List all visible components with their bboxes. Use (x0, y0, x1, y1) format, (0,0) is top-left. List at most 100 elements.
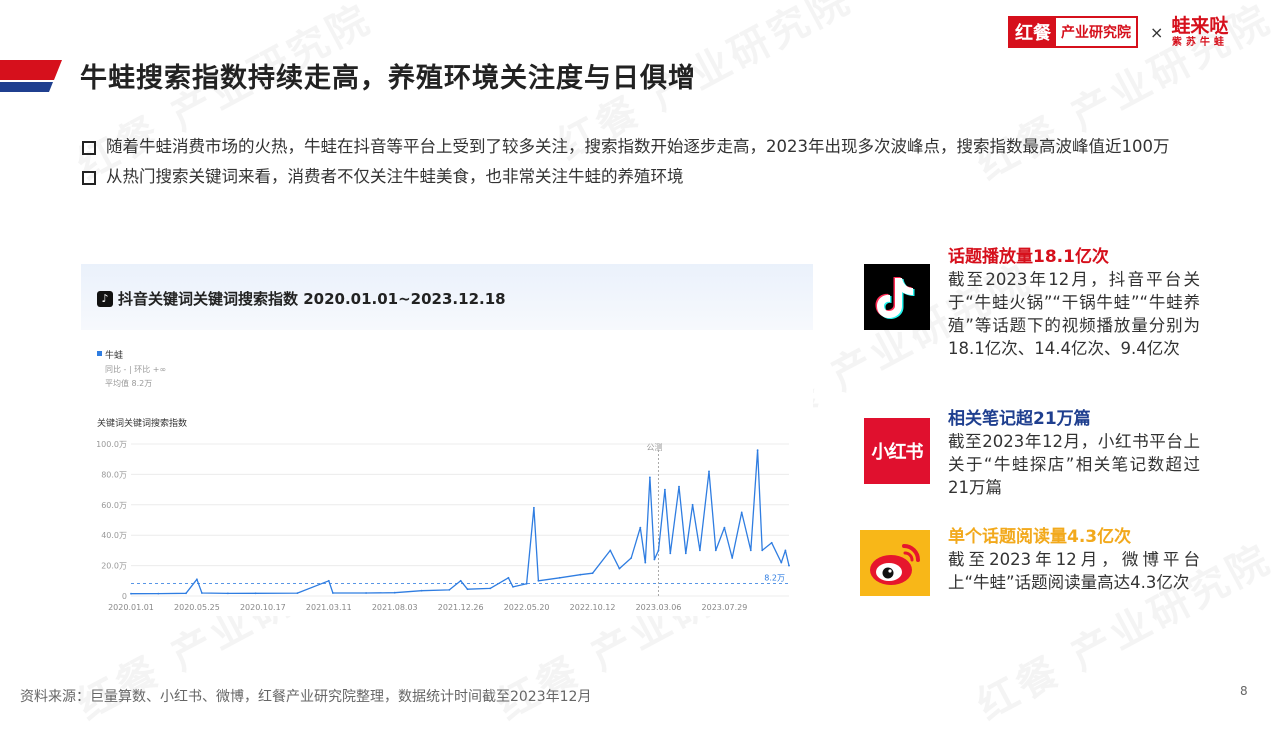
data-point (678, 485, 680, 488)
data-point (507, 576, 510, 579)
bullet-text: 随着牛蛙消费市场的火热，牛蛙在抖音等平台上受到了较多关注，搜索指数开始逐步走高，… (106, 137, 1170, 156)
data-point (714, 549, 717, 552)
marker-label: 公测 (646, 443, 662, 452)
data-point (756, 449, 759, 451)
data-point (784, 549, 787, 552)
legend-swatch (97, 351, 102, 356)
data-point (639, 526, 642, 529)
data-point (669, 552, 672, 555)
hongcan-logo-short: 红餐 (1010, 18, 1056, 46)
data-point (448, 589, 451, 591)
square-bullet-icon (82, 141, 96, 155)
chart-title: ♪ 抖音关键词关键词搜索指数 2020.01.01~2023.12.18 (97, 288, 506, 309)
title-accent-bar (0, 60, 62, 92)
data-point (591, 572, 594, 575)
xiaohongshu-stat-head: 相关笔记超21万篇 (948, 409, 1091, 429)
series-line (130, 449, 790, 595)
x-tick-label: 2022.05.20 (504, 603, 550, 612)
data-point (653, 558, 656, 561)
search-index-chart-panel: ♪ 抖音关键词关键词搜索指数 2020.01.01~2023.12.18 牛蛙 … (81, 264, 813, 616)
data-point (196, 578, 198, 581)
legend-series-name[interactable]: 牛蛙 (105, 348, 123, 361)
x-tick-label: 2020.10.17 (240, 603, 286, 612)
legend-average: 平均值 8.2万 (105, 379, 153, 388)
walaida-logo: 蛙来哒 紫苏牛蛙 (1171, 14, 1229, 48)
brand-logo: 红餐 产业研究院 × 蛙来哒 紫苏牛蛙 (1008, 16, 1228, 48)
square-bullet-icon (82, 171, 96, 185)
data-point (489, 587, 492, 590)
data-point (780, 561, 783, 564)
data-point (558, 576, 561, 579)
data-point (130, 592, 132, 595)
walaida-logo-bottom: 紫苏牛蛙 (1171, 36, 1228, 48)
bullet-text: 从热门搜索关键词来看，消费者不仅关注牛蛙美食，也非常关注牛蛙的养殖环境 (106, 167, 684, 186)
data-point (296, 592, 299, 594)
bullet-list: 随着牛蛙消费市场的火热，牛蛙在抖音等平台上受到了较多关注，搜索指数开始逐步走高，… (80, 136, 1200, 196)
data-point (644, 561, 647, 564)
data-point (512, 586, 514, 588)
chart-title-text: 抖音关键词关键词搜索指数 2020.01.01~2023.12.18 (118, 290, 506, 308)
data-point (761, 549, 764, 552)
data-point (630, 557, 633, 559)
walaida-logo-top: 蛙来哒 (1171, 14, 1229, 37)
data-point (201, 592, 203, 594)
x-tick-label: 2022.10.12 (570, 603, 616, 612)
data-point (185, 592, 187, 595)
data-point (254, 592, 257, 595)
xiaohongshu-stat: 相关笔记超21万篇 截至2023年12月，小红书平台上关于“牛蛙探店”相关笔记数… (948, 408, 1200, 499)
douyin-stat: 话题播放量18.1亿次 截至2023年12月，抖音平台关于“牛蛙火锅”“干锅牛蛙… (948, 246, 1200, 360)
average-label: 8.2万 (764, 574, 785, 583)
douyin-stat-text: 截至2023年12月，抖音平台关于“牛蛙火锅”“干锅牛蛙”“牛蛙养殖”等话题下的… (948, 270, 1200, 358)
data-point (365, 592, 367, 594)
data-point (649, 476, 651, 479)
data-point (657, 549, 660, 552)
x-tick-label: 2023.03.06 (636, 603, 682, 612)
data-point (740, 511, 743, 514)
data-point (459, 579, 462, 582)
data-point (157, 592, 160, 595)
x-tick-label: 2021.08.03 (372, 603, 418, 612)
y-tick-label: 20.0万 (101, 562, 127, 571)
hongcan-logo: 红餐 产业研究院 (1008, 16, 1138, 48)
data-point (227, 592, 229, 595)
data-point (609, 549, 612, 552)
page-title: 牛蛙搜索指数持续走高，养殖环境关注度与日俱增 (80, 63, 696, 94)
data-point (684, 552, 687, 555)
data-point (420, 589, 423, 592)
legend-stats: 同比 - | 环比 +∞ (105, 365, 167, 374)
x-tick-label: 2020.01.01 (108, 603, 154, 612)
y-tick-label: 80.0万 (101, 470, 127, 479)
data-point (664, 488, 666, 491)
hongcan-logo-institute: 产业研究院 (1056, 18, 1136, 46)
bullet-item: 随着牛蛙消费市场的火热，牛蛙在抖音等平台上受到了较多关注，搜索指数开始逐步走高，… (80, 136, 1200, 158)
line-chart[interactable]: 100.0万 80.0万 60.0万 40.0万 20.0万 0 2020.01.01 202… (81, 424, 813, 616)
x-tick-label: 2021.03.11 (306, 603, 352, 612)
x-tick-label: 2020.05.25 (174, 603, 220, 612)
data-point (533, 506, 535, 509)
y-tick-label: 100.0万 (96, 440, 127, 449)
data-point (708, 470, 710, 473)
y-tick-label: 40.0万 (101, 531, 127, 540)
xiaohongshu-stat-text: 截至2023年12月，小红书平台上关于“牛蛙探店”相关笔记数超过21万篇 (948, 432, 1200, 497)
data-point (618, 567, 621, 570)
data-point (579, 573, 582, 576)
data-point (537, 579, 540, 582)
y-tick-label: 0 (122, 592, 127, 601)
data-point (770, 541, 773, 544)
data-point (332, 592, 334, 594)
data-point (327, 579, 330, 582)
x-tick-label: 2023.07.29 (702, 603, 748, 612)
x-tick-label: 2021.12.26 (438, 603, 484, 612)
source-footnote: 资料来源：巨量算数、小红书、微博，红餐产业研究院整理，数据统计时间截至2023年… (20, 689, 592, 705)
bullet-item: 从热门搜索关键词来看，消费者不仅关注牛蛙美食，也非常关注牛蛙的养殖环境 (80, 166, 1200, 188)
weibo-stat-text: 截至2023年12月，微博平台上“牛蛙”话题阅读量高达4.3亿次 (948, 550, 1200, 592)
douyin-stat-head: 话题播放量18.1亿次 (948, 247, 1109, 267)
data-point (466, 588, 469, 591)
y-tick-label: 60.0万 (101, 501, 127, 510)
data-point (731, 557, 734, 559)
tiktok-icon (864, 264, 930, 330)
data-point (525, 582, 528, 585)
data-point (749, 549, 752, 552)
weibo-stat: 单个话题阅读量4.3亿次 截至2023年12月，微博平台上“牛蛙”话题阅读量高达… (948, 526, 1200, 594)
data-point (393, 591, 396, 594)
